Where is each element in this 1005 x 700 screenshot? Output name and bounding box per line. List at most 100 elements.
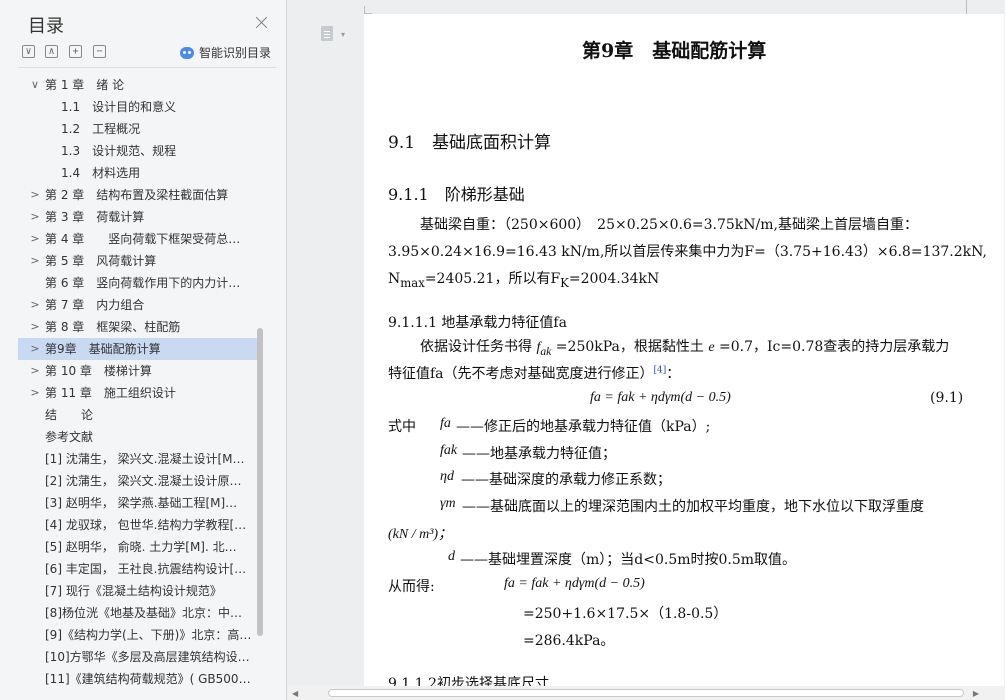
toc-item-label: 第 4 章 竖向荷载下框架受荷总… xyxy=(45,232,241,246)
toc-item-label: [4] 龙驭球， 包世华.结构力学教程[… xyxy=(45,518,247,532)
math-symbol: γm xyxy=(440,496,456,511)
chevron-right-icon[interactable]: > xyxy=(28,360,42,382)
paragraph-line: 基础梁自重：（250×600） 25×0.25×0.6=3.75kN/m,基础梁… xyxy=(420,217,918,233)
toc-item[interactable]: > 第 10 章 楼梯计算 xyxy=(18,360,258,382)
citation-link[interactable]: [4] xyxy=(654,365,667,375)
horizontal-scrollbar[interactable]: ◀ ▶ xyxy=(288,686,1005,700)
definition-text: ——基础底面以上的埋深范围内土的加权平均重度，地下水位以下取浮重度 xyxy=(462,499,924,515)
toc-item-label: 参考文献 xyxy=(45,430,94,444)
toc-item[interactable]: [10]方鄂华《多层及高层建筑结构设… xyxy=(18,646,258,668)
toc-item[interactable]: [2] 沈蒲生， 梁兴文.混凝土设计原… xyxy=(18,470,258,492)
math-symbol: fak xyxy=(440,443,458,458)
toc-item-label: 1.2 工程概况 xyxy=(61,122,141,136)
chevron-right-icon[interactable]: > xyxy=(28,250,42,272)
toc-item[interactable]: [3] 赵明华， 梁学燕.基础工程[M]… xyxy=(18,492,258,514)
toc-item[interactable]: 1.2 工程概况 xyxy=(18,118,258,140)
toc-list: ∨ 第 1 章 绪 论 1.1 设计目的和意义 1.2 工程概况 1.3 设计规范、规程… xyxy=(18,74,258,690)
subscript: max xyxy=(400,275,425,290)
toc-item-label: 第 3 章 荷载计算 xyxy=(45,210,145,224)
text-run: =2004.34kN xyxy=(568,271,660,287)
text-run: =0.7，Ic=0.78查表的持力层承载力 xyxy=(714,339,950,355)
toc-item-label: 第 2 章 结构布置及梁柱截面估算 xyxy=(45,188,229,202)
toc-item[interactable]: [1] 沈蒲生， 梁兴文.混凝土设计[M… xyxy=(18,448,258,470)
calculation-line: =286.4kPa。 xyxy=(523,633,615,649)
toc-item-label: [11]《建筑结构荷载规范》( GB500… xyxy=(45,672,251,686)
chevron-down-icon[interactable]: ∨ xyxy=(28,74,42,96)
toc-item-label: 第 8 章 框架梁、柱配筋 xyxy=(45,320,181,334)
toc-item[interactable]: > 第 2 章 结构布置及梁柱截面估算 xyxy=(18,184,258,206)
toc-item-label: 第 6 章 竖向荷载作用下的内力计… xyxy=(45,276,241,290)
chapter-title: 第9章 基础配筋计算 xyxy=(582,40,767,62)
toc-item[interactable]: > 第 4 章 竖向荷载下框架受荷总… xyxy=(18,228,258,250)
toc-item-label: 第 5 章 风荷载计算 xyxy=(45,254,157,268)
toc-item[interactable]: [7] 现行《混凝土结构设计规范》 xyxy=(18,580,258,602)
formula: fa = fak + ηdγm(d − 0.5) xyxy=(590,390,731,405)
text-run: =250kPa，根据黏性土 xyxy=(551,339,709,355)
toc-item[interactable]: [9]《结构力学(上、下册)》北京：高… xyxy=(18,624,258,646)
toc-item[interactable]: > 第 7 章 内力组合 xyxy=(18,294,258,316)
smart-toc-button[interactable]: 智能识别目录 xyxy=(180,44,271,61)
add-entry-button[interactable]: + xyxy=(69,45,82,58)
toc-item[interactable]: > 第9章 基础配筋计算 xyxy=(18,338,258,360)
text-run: =2405.21，所以有F xyxy=(424,271,561,287)
scroll-right-icon[interactable]: ▶ xyxy=(973,689,979,698)
toc-item[interactable]: 1.1 设计目的和意义 xyxy=(18,96,258,118)
toc-item[interactable]: > 第 5 章 风荷载计算 xyxy=(18,250,258,272)
chevron-down-icon[interactable]: ▾ xyxy=(341,30,345,39)
toc-item-label: 第 1 章 绪 论 xyxy=(45,78,125,92)
toc-item[interactable]: 1.4 材料选用 xyxy=(18,162,258,184)
toc-item[interactable]: 1.3 设计规范、规程 xyxy=(18,140,258,162)
toc-item[interactable]: [11]《建筑结构荷载规范》( GB500… xyxy=(18,668,258,690)
robot-icon xyxy=(180,46,194,59)
horizontal-scrollbar-thumb[interactable] xyxy=(328,689,964,697)
subsubsection-heading: 9.1.1.1 地基承载力特征值fa xyxy=(388,315,567,331)
toc-item-label: 第 11 章 施工组织设计 xyxy=(45,386,176,400)
chevron-right-icon[interactable]: > xyxy=(28,382,42,404)
toc-item[interactable]: [5] 赵明华， 俞晓. 土力学[M]. 北… xyxy=(18,536,258,558)
toc-item-label: 结 论 xyxy=(45,408,94,422)
toc-item[interactable]: ∨ 第 1 章 绪 论 xyxy=(18,74,258,96)
toc-item-label: [7] 现行《混凝土结构设计规范》 xyxy=(45,584,222,598)
document-icon[interactable] xyxy=(321,26,333,41)
toc-item[interactable]: > 第 8 章 框架梁、柱配筋 xyxy=(18,316,258,338)
toc-item-label: 1.4 材料选用 xyxy=(61,166,141,180)
definition-text: ——修正后的地基承载力特征值（kPa）; xyxy=(456,419,711,435)
toc-item[interactable]: 参考文献 xyxy=(18,426,258,448)
chevron-right-icon[interactable]: > xyxy=(28,206,42,228)
paragraph-line: 依据设计任务书得 fak =250kPa，根据黏性土 e =0.7，Ic=0.7… xyxy=(420,336,949,358)
toc-item[interactable]: 结 论 xyxy=(18,404,258,426)
toc-sidebar: 目录 ∨ ∧ + − 智能识别目录 ∨ 第 1 章 绪 论 1.1 设计目的和意义 1… xyxy=(0,0,287,700)
toc-item[interactable]: [6] 丰定国， 王社良.抗震结构设计[… xyxy=(18,558,258,580)
collapse-all-button[interactable]: ∨ xyxy=(22,45,35,58)
equation-number: (9.1) xyxy=(930,390,964,406)
paragraph-line: Nmax=2405.21，所以有FK=2004.34kN xyxy=(388,268,659,290)
smart-toc-label: 智能识别目录 xyxy=(199,46,272,60)
chevron-right-icon[interactable]: > xyxy=(28,316,42,338)
toc-item[interactable]: [8]杨位洸《地基及基础》北京：中… xyxy=(18,602,258,624)
where-label: 式中 xyxy=(388,419,416,435)
paragraph-line: 特征值fa（先不考虑对基础宽度进行修正）[4]： xyxy=(388,363,680,383)
chevron-right-icon[interactable]: > xyxy=(28,184,42,206)
toc-item[interactable]: 第 6 章 竖向荷载作用下的内力计… xyxy=(18,272,258,294)
chevron-right-icon[interactable]: > xyxy=(28,294,42,316)
expand-all-button[interactable]: ∧ xyxy=(45,45,58,58)
definition-text: ——基础深度的承载力修正系数； xyxy=(461,472,671,488)
divider xyxy=(18,67,276,68)
remove-entry-button[interactable]: − xyxy=(93,45,106,58)
subscript: K xyxy=(560,275,569,290)
toc-item[interactable]: [4] 龙驭球， 包世华.结构力学教程[… xyxy=(18,514,258,536)
sidebar-scrollbar-thumb[interactable] xyxy=(257,328,263,636)
text-run: N xyxy=(388,271,401,287)
toc-item[interactable]: > 第 3 章 荷载计算 xyxy=(18,206,258,228)
text-run: 特征值fa（先不考虑对基础宽度进行修正） xyxy=(388,366,654,382)
close-icon[interactable] xyxy=(254,15,270,31)
toc-item-label: [5] 赵明华， 俞晓. 土力学[M]. 北… xyxy=(45,540,237,554)
text-run: ： xyxy=(666,366,681,382)
scroll-left-icon[interactable]: ◀ xyxy=(292,689,298,698)
section-heading: 9.1 基础底面积计算 xyxy=(388,133,552,153)
toc-item-label: [3] 赵明华， 梁学燕.基础工程[M]… xyxy=(45,496,238,510)
toc-item-label: [9]《结构力学(上、下册)》北京：高… xyxy=(45,628,252,642)
toc-item[interactable]: > 第 11 章 施工组织设计 xyxy=(18,382,258,404)
chevron-right-icon[interactable]: > xyxy=(28,338,42,360)
chevron-right-icon[interactable]: > xyxy=(28,228,42,250)
